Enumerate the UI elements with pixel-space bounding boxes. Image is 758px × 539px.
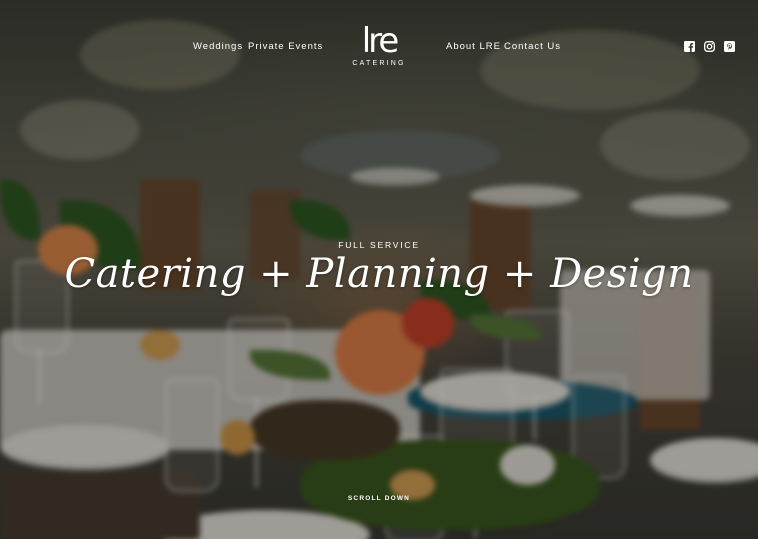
logo-subtitle: CATERING [352,60,406,67]
nav-link-about[interactable]: About LRE [446,41,501,52]
facebook-icon[interactable] [684,41,695,52]
logo-mark: lre [361,21,400,61]
hero-eyebrow: FULL SERVICE [338,240,420,250]
hero-headline: Catering + Planning + Design [64,251,694,297]
instagram-icon[interactable] [704,41,715,52]
nav-link-contact[interactable]: Contact Us [504,41,561,52]
pinterest-icon[interactable] [724,41,735,52]
logo[interactable]: lre CATERING [347,24,411,67]
nav-link-private-events[interactable]: Private Events [248,41,323,52]
scroll-down-link[interactable]: SCROLL DOWN [0,495,758,502]
nav-link-weddings[interactable]: Weddings [193,41,243,52]
